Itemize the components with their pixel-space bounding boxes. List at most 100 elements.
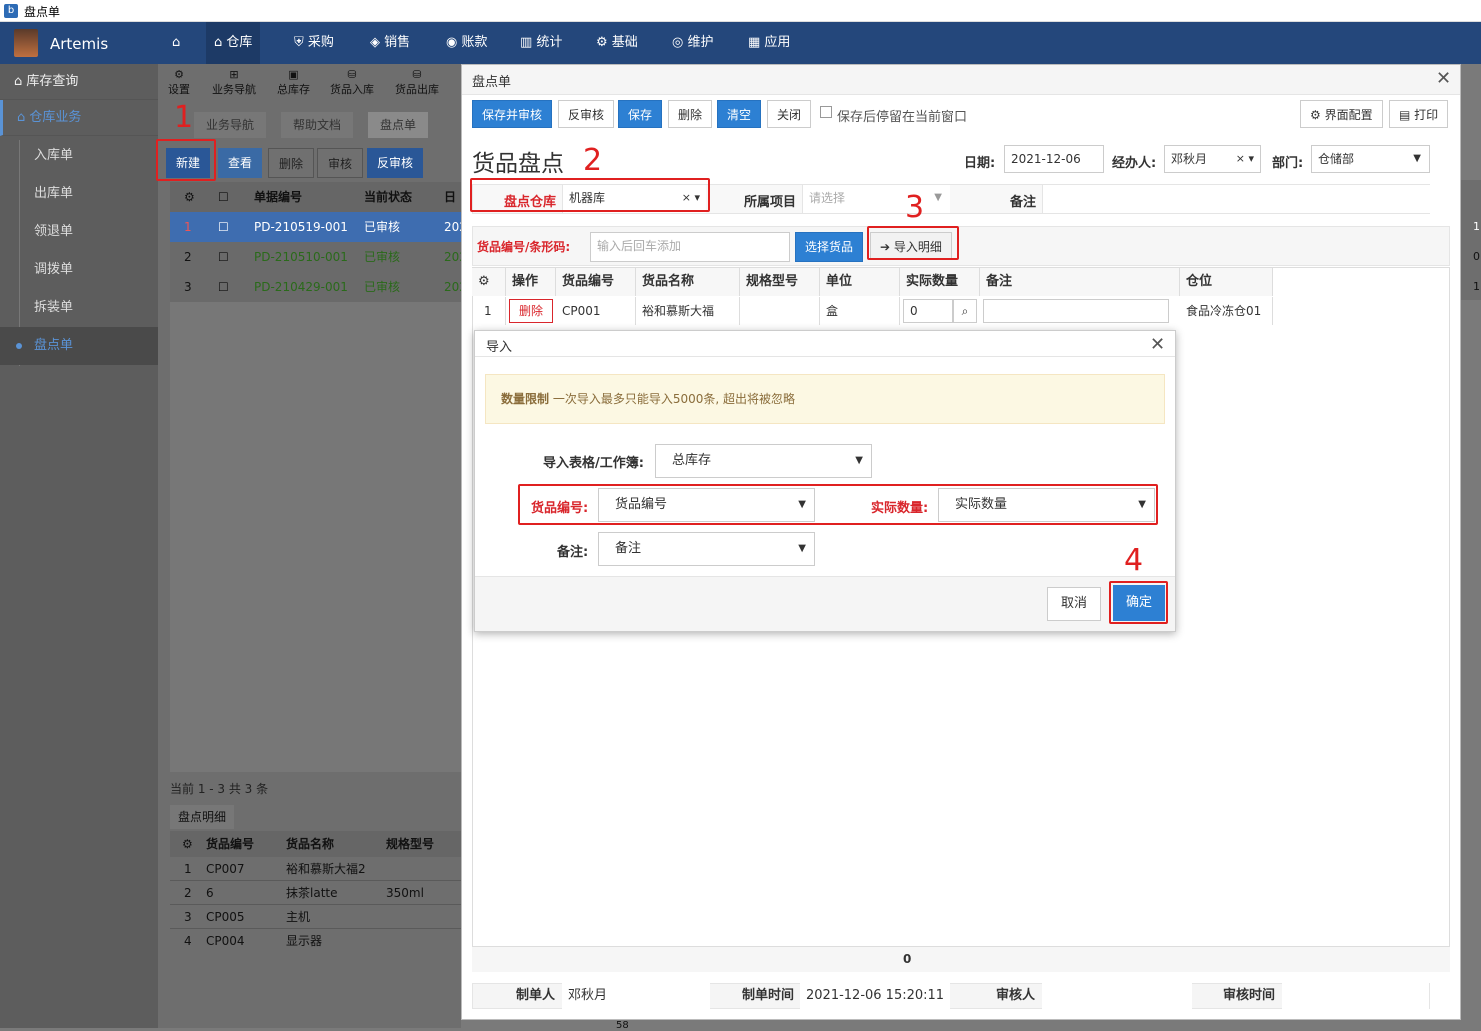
item-name: 显示器 xyxy=(286,934,323,948)
tool-label: 总库存 xyxy=(277,83,310,96)
col-header: 货品名称 xyxy=(636,268,740,296)
outbound-tool[interactable]: ⛁ 货品出库 xyxy=(395,68,439,97)
nav-apps[interactable]: ▦ 应用 xyxy=(740,22,798,64)
doc-status: 已审核 xyxy=(364,280,401,294)
remark-field[interactable] xyxy=(1042,185,1430,213)
unaudit-button[interactable]: 反审核 xyxy=(558,100,615,128)
dept-select[interactable]: 仓储部 ▼ xyxy=(1311,145,1430,173)
save-button[interactable]: 保存 xyxy=(618,100,663,128)
sidebar-sub-outbound[interactable]: 出库单 xyxy=(0,175,158,213)
row-number: 1 xyxy=(184,220,192,234)
stock-tool[interactable]: ▣ 总库存 xyxy=(277,68,310,97)
row-remark-input[interactable] xyxy=(983,299,1169,323)
sidebar-sub-assembly[interactable]: 拆装单 xyxy=(0,289,158,327)
unaudit-button[interactable]: 反审核 xyxy=(367,148,424,178)
home-icon[interactable]: ⌂ xyxy=(164,22,188,64)
atime-label: 审核时间 xyxy=(1223,988,1276,1003)
tool-label: 货品入库 xyxy=(330,83,374,96)
doc-number: PD-210519-001 xyxy=(254,220,348,234)
nav-purchase[interactable]: ⛨ 采购 xyxy=(286,22,342,64)
tab-stocktake[interactable]: 盘点单 xyxy=(368,112,429,138)
list-item[interactable]: 4 CP004 显示器 xyxy=(170,929,461,953)
list-item[interactable]: 3 CP005 主机 xyxy=(170,905,461,929)
list-item[interactable]: 1 CP007 裕和慕斯大福2 xyxy=(170,857,461,881)
item-code: CP004 xyxy=(206,934,245,948)
delete-button[interactable]: 删除 xyxy=(668,100,713,128)
item-location: 食品冷冻仓01 xyxy=(1180,297,1273,325)
row-number: 1 xyxy=(184,862,192,876)
checkbox-icon[interactable]: ☐ xyxy=(212,182,229,212)
barcode-label: 货品编号/条形码: xyxy=(477,240,571,254)
nav-maintain[interactable]: ◎ 维护 xyxy=(664,22,722,64)
close-button[interactable]: 关闭 xyxy=(767,100,812,128)
gear-icon[interactable]: ⚙ xyxy=(472,268,506,296)
handler-select[interactable]: 邓秋月 × ▾ xyxy=(1164,145,1261,173)
qty-input[interactable]: 0 xyxy=(903,299,953,323)
nav-basic[interactable]: ⚙ 基础 xyxy=(588,22,646,64)
date-field[interactable]: 2021-12-06 xyxy=(1004,145,1104,173)
row-number: 3 xyxy=(184,910,192,924)
dept-label: 部门: xyxy=(1272,156,1304,171)
clear-button[interactable]: 清空 xyxy=(717,100,762,128)
close-icon[interactable]: ✕ xyxy=(1150,334,1165,355)
cancel-button[interactable]: 取消 xyxy=(1047,587,1101,621)
date-label: 日期: xyxy=(964,156,996,171)
table-row[interactable]: 2 ☐ PD-210510-001 已审核 202 xyxy=(170,242,467,272)
delete-button[interactable]: 删除 xyxy=(268,148,315,178)
nav-accounts[interactable]: ◉ 账款 xyxy=(438,22,496,64)
save-audit-button[interactable]: 保存并审核 xyxy=(472,100,553,128)
close-icon[interactable]: ✕ xyxy=(1436,68,1451,89)
layout-config-button[interactable]: ⚙ 界面配置 xyxy=(1300,100,1383,128)
gear-icon: ⚙ xyxy=(174,68,184,81)
dialog-title: 导入 xyxy=(486,340,513,355)
checkbox-icon[interactable]: ☐ xyxy=(212,212,229,242)
choose-goods-button[interactable]: 选择货品 xyxy=(795,232,864,262)
gear-icon[interactable]: ⚙ xyxy=(178,182,195,212)
inbound-tool[interactable]: ⛁ 货品入库 xyxy=(330,68,374,97)
top-nav: Artemis ⌂ ⌂ 仓库 ⛨ 采购 ◈ 销售 ◉ 账款 ▥ 统计 ⚙ 基础 … xyxy=(0,22,1481,64)
stay-label: 保存后停留在当前窗口 xyxy=(837,110,968,125)
gear-icon[interactable]: ⚙ xyxy=(176,831,193,857)
stay-checkbox[interactable] xyxy=(820,106,832,118)
row-delete-button[interactable]: 删除 xyxy=(509,299,553,323)
clear-chevron-icon[interactable]: × ▾ xyxy=(1236,146,1254,172)
col-header: 备注 xyxy=(980,268,1180,296)
sidebar-sub-transfer[interactable]: 调拨单 xyxy=(0,251,158,289)
doc-status: 已审核 xyxy=(364,220,401,234)
view-button[interactable]: 查看 xyxy=(218,148,263,178)
settings-tool[interactable]: ⚙ 设置 xyxy=(168,68,190,97)
annotation-number: 2 xyxy=(583,143,603,178)
sheet-select[interactable]: 总库存 ▼ xyxy=(655,444,872,478)
guide-tool[interactable]: ⊞ 业务导航 xyxy=(212,68,256,97)
tab-detail[interactable]: 盘点明细 xyxy=(170,805,235,829)
list-item[interactable]: 2 6 抹茶latte 350ml xyxy=(170,881,461,905)
tab-help[interactable]: 帮助文档 xyxy=(281,112,354,138)
project-select[interactable]: 请选择 ▼ xyxy=(802,185,950,213)
print-button[interactable]: ▤ 打印 xyxy=(1389,100,1449,128)
nav-stats[interactable]: ▥ 统计 xyxy=(512,22,570,64)
table-row[interactable]: 3 ☐ PD-210429-001 已审核 202 xyxy=(170,272,467,302)
sidebar-item-inventory[interactable]: ⌂ 库存查询 xyxy=(0,64,158,100)
atime-value xyxy=(1282,983,1429,1009)
item-spec xyxy=(380,929,386,953)
tab-guide[interactable]: 业务导航 xyxy=(194,112,267,138)
checkbox-icon[interactable]: ☐ xyxy=(212,272,229,302)
audit-button[interactable]: 审核 xyxy=(317,148,364,178)
remark-map-select[interactable]: 备注 ▼ xyxy=(598,532,815,566)
nav-warehouse[interactable]: ⌂ 仓库 xyxy=(206,22,261,64)
sidebar-sub-stocktake[interactable]: 盘点单 xyxy=(0,327,158,365)
nav-sales[interactable]: ◈ 销售 xyxy=(362,22,418,64)
sidebar-sub-inbound[interactable]: 入库单 xyxy=(0,137,158,175)
item-code: CP007 xyxy=(206,862,245,876)
detail-body: 1 CP007 裕和慕斯大福2 2 6 抹茶latte 350ml 3 CP00… xyxy=(170,857,461,953)
search-icon[interactable]: ⌕ xyxy=(953,299,977,323)
bg-grid-body xyxy=(170,302,461,772)
col-header: 规格型号 xyxy=(740,268,820,296)
barcode-input[interactable]: 输入后回车添加 xyxy=(590,232,790,262)
table-row[interactable]: 1 ☐ PD-210519-001 已审核 202 xyxy=(170,212,467,242)
checkbox-icon[interactable]: ☐ xyxy=(212,242,229,272)
item-spec xyxy=(740,297,820,325)
sidebar-sub-return[interactable]: 领退单 xyxy=(0,213,158,251)
sheet-label: 导入表格/工作簿: xyxy=(543,456,644,471)
sidebar-item-warehouse-business[interactable]: ⌂ 仓库业务 xyxy=(0,100,158,136)
